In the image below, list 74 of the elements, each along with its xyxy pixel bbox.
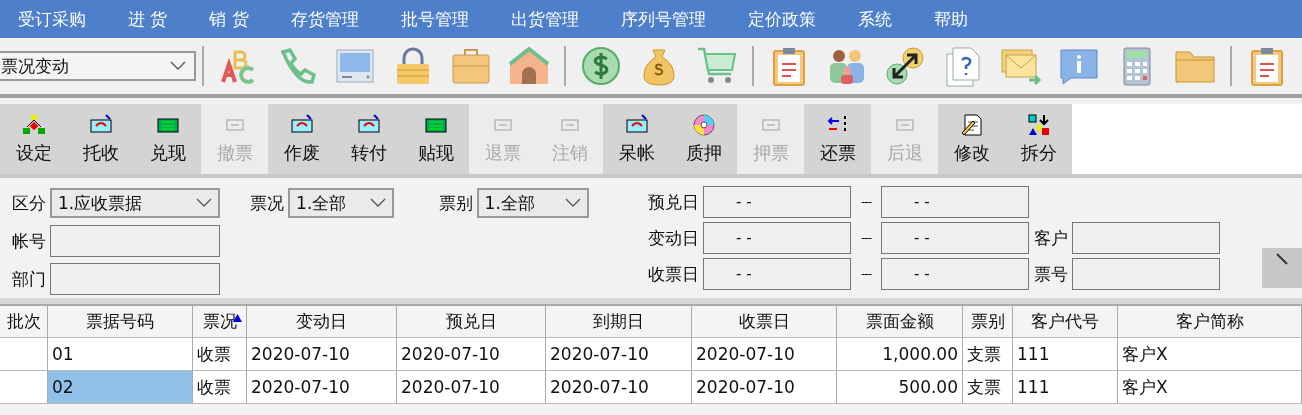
menu-item[interactable]: 批号管理 [400, 7, 469, 31]
menu-item[interactable]: 出货管理 [510, 7, 579, 31]
column-header[interactable]: 批次 [0, 306, 48, 338]
field-label: 票别 [438, 191, 473, 215]
field-label: 部门 [12, 267, 46, 291]
column-header[interactable]: 票面金额 [837, 306, 963, 338]
table-cell: 2020-07-10 [692, 371, 837, 404]
table-cell: 2020-07-10 [546, 371, 692, 404]
menu-item[interactable]: 序列号管理 [620, 7, 706, 31]
menu-item[interactable]: 定价政策 [747, 7, 816, 31]
table-cell: 111 [1013, 371, 1118, 404]
field-label: 变动日 [647, 226, 699, 250]
menu-item[interactable]: 帮助 [933, 7, 968, 31]
table-cell: 2020-07-10 [397, 338, 546, 371]
table-cell: 111 [1013, 338, 1118, 371]
date-field[interactable]: - - [703, 258, 851, 290]
date-field[interactable]: - - [703, 186, 851, 218]
toolbar-button[interactable]: 兑现 [134, 104, 201, 174]
table-cell: 客户X [1118, 338, 1302, 371]
column-header[interactable]: 客户代号 [1013, 306, 1118, 338]
date-field[interactable]: - - [881, 258, 1029, 290]
table-cell: 2020-07-10 [247, 371, 397, 404]
column-header[interactable]: 票况 [193, 306, 247, 338]
menu-item[interactable]: 销 货 [209, 7, 249, 31]
toolbar-button[interactable]: 贴现 [402, 104, 469, 174]
table-cell: 收票 [193, 338, 247, 371]
table-cell: 支票 [963, 338, 1013, 371]
range-separator: --- [860, 195, 873, 209]
field-label: 收票日 [647, 262, 699, 286]
field-label: 客户 [1033, 226, 1068, 250]
field-label: 帐号 [12, 229, 46, 253]
table-cell: 支票 [963, 371, 1013, 404]
bill-type-select[interactable]: 1.全部 [476, 188, 589, 218]
status-select[interactable]: 1.全部 [288, 188, 395, 218]
field-label: 票号 [1033, 262, 1068, 286]
table-cell: 2020-07-10 [397, 371, 546, 404]
table-cell: 收票 [193, 371, 247, 404]
field-label: 票况 [250, 191, 285, 215]
table-cell: 客户X [1118, 371, 1302, 404]
table-cell: 2020-07-10 [692, 338, 837, 371]
menu-item[interactable]: 受订采购 [18, 7, 86, 31]
column-header[interactable]: 预兑日 [397, 306, 546, 338]
toolbar-button[interactable]: 设定 [0, 104, 67, 174]
table-cell: 2020-07-10 [247, 338, 397, 371]
toolbar-button[interactable]: 作废 [268, 104, 335, 174]
toolbar-button[interactable]: 托收 [67, 104, 134, 174]
date-field[interactable]: - - [881, 186, 1029, 218]
toolbar-button[interactable]: 质押 [670, 104, 737, 174]
field-label: 预兑日 [647, 190, 699, 214]
range-separator: --- [860, 267, 873, 281]
toolbar-button[interactable]: 还票 [804, 104, 871, 174]
column-header[interactable]: 票据号码 [48, 306, 193, 338]
menu-item[interactable]: 存货管理 [290, 7, 359, 31]
toolbar-button[interactable]: 修改 [938, 104, 1005, 174]
field-label: 区分 [12, 191, 46, 215]
table-cell: 2020-07-10 [546, 338, 692, 371]
toolbar-button[interactable]: 呆帐 [603, 104, 670, 174]
column-header[interactable]: 客户简称 [1118, 306, 1302, 338]
column-header[interactable]: 收票日 [692, 306, 837, 338]
menu-item[interactable]: 系统 [857, 7, 892, 31]
column-header[interactable]: 到期日 [546, 306, 692, 338]
date-field[interactable]: - - [881, 222, 1029, 254]
view-select[interactable]: 票况变动 [0, 51, 196, 81]
menu-item[interactable]: 进 货 [128, 7, 168, 31]
column-header[interactable]: 票别 [963, 306, 1013, 338]
table-cell: 02 [48, 371, 193, 404]
table-cell: 500.00 [837, 371, 963, 404]
toolbar-button[interactable]: 转付 [335, 104, 402, 174]
table-cell: 1,000.00 [837, 338, 963, 371]
category-select[interactable]: 1.应收票据 [50, 188, 220, 218]
range-separator: --- [860, 231, 873, 245]
date-field[interactable]: - - [703, 222, 851, 254]
toolbar-button[interactable]: 拆分 [1005, 104, 1072, 174]
column-header[interactable]: 变动日 [247, 306, 397, 338]
